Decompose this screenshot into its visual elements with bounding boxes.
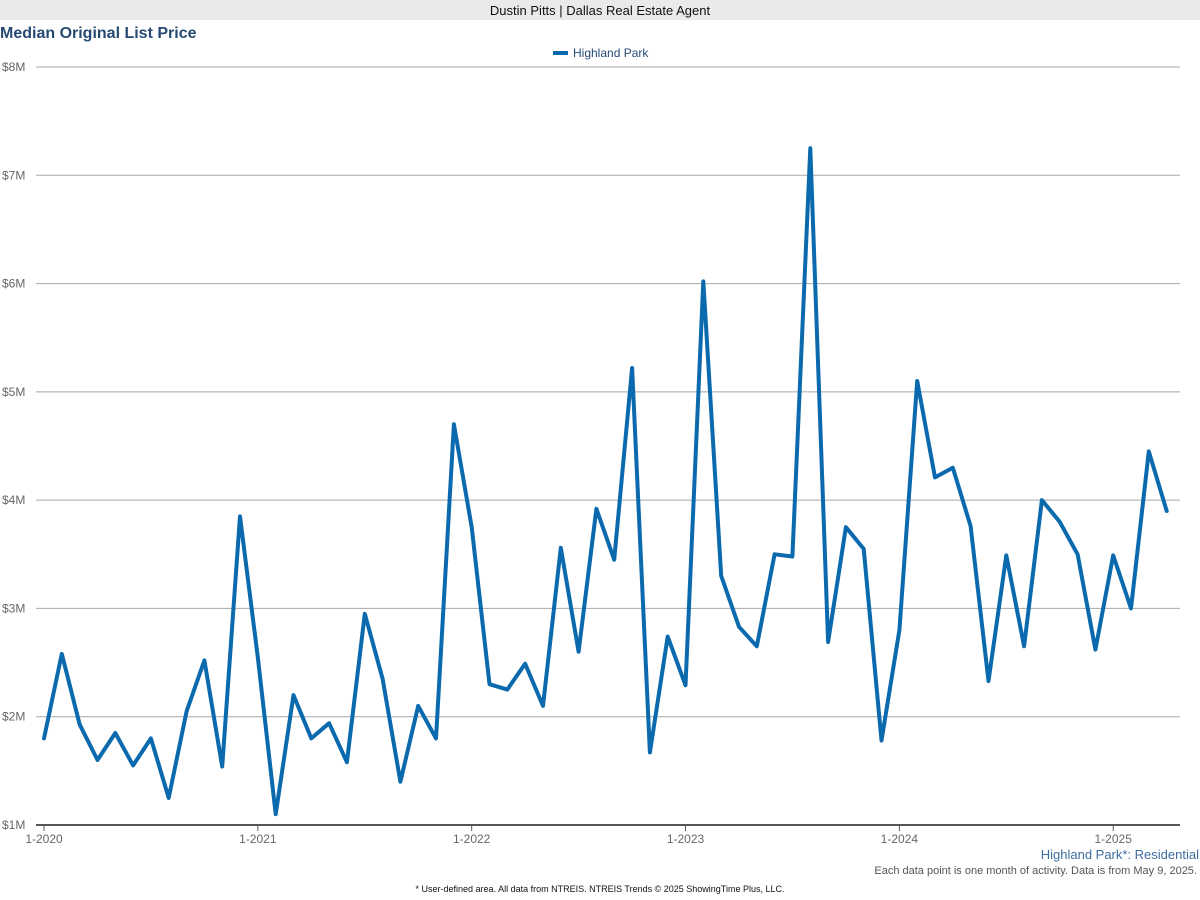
data-point (489, 683, 490, 685)
data-point (649, 751, 651, 753)
y-tick-label: $2M (2, 710, 25, 724)
y-tick-label: $5M (2, 385, 25, 399)
data-point (471, 526, 473, 528)
data-point (310, 737, 312, 739)
x-tick-label: 1-2020 (25, 832, 63, 846)
y-tick-label: $1M (2, 818, 25, 832)
data-point (114, 732, 116, 734)
data-point (382, 678, 384, 680)
data-point (667, 636, 669, 638)
data-point (221, 766, 223, 768)
x-tick-label: 1-2021 (239, 832, 277, 846)
data-point (506, 689, 508, 691)
data-point (863, 548, 865, 550)
data-point (257, 656, 259, 658)
y-tick-label: $4M (2, 493, 25, 507)
data-point (791, 555, 793, 557)
data-point (150, 737, 152, 739)
data-point (1041, 499, 1043, 501)
data-point (399, 781, 401, 783)
data-point (898, 629, 900, 631)
data-point (595, 508, 597, 510)
data-point (542, 705, 544, 707)
data-point (845, 526, 847, 528)
data-point (1130, 607, 1132, 609)
data-point (970, 525, 972, 527)
data-point (43, 737, 45, 739)
x-tick-label: 1-2023 (667, 832, 705, 846)
data-point (1148, 450, 1150, 452)
data-point (132, 764, 134, 766)
data-point (168, 797, 170, 799)
data-point (186, 710, 188, 712)
y-tick-label: $7M (2, 168, 25, 182)
data-point (524, 663, 526, 665)
data-note: Each data point is one month of activity… (874, 865, 1197, 877)
data-point (560, 547, 562, 549)
data-point (952, 467, 954, 469)
data-point (275, 813, 277, 815)
data-point (987, 680, 989, 682)
x-tick-label: 1-2024 (881, 832, 919, 846)
data-point (79, 723, 81, 725)
data-point (1166, 510, 1168, 512)
data-point (916, 380, 918, 382)
data-point (613, 559, 615, 561)
data-point (453, 423, 455, 425)
y-tick-label: $8M (2, 60, 25, 74)
data-point (934, 476, 936, 478)
data-point (203, 659, 205, 661)
y-tick-label: $6M (2, 277, 25, 291)
series-line (42, 146, 1169, 817)
data-point (774, 553, 776, 555)
data-point (1023, 645, 1025, 647)
data-point (631, 367, 633, 369)
data-point (685, 684, 687, 686)
data-point (96, 759, 98, 761)
data-point (1094, 649, 1096, 651)
data-point (364, 613, 366, 615)
data-point (827, 641, 829, 643)
data-point (809, 147, 811, 149)
data-point (1005, 554, 1007, 556)
data-point (61, 653, 63, 655)
area-label: Highland Park*: Residential (1040, 847, 1199, 862)
line-chart: $1M $2M $3M $4M $5M $6M $7M $8M 1-2020 1-2021 1-20… (2, 60, 1180, 846)
data-point (738, 626, 740, 628)
data-point (578, 651, 580, 653)
data-point (239, 515, 241, 517)
disclaimer: * User-defined area. All data from NTREI… (415, 884, 785, 894)
data-point (1077, 553, 1079, 555)
data-point (756, 645, 758, 647)
data-point (720, 575, 722, 577)
y-tick-label: $3M (2, 601, 25, 615)
data-point (702, 280, 704, 282)
data-point (1059, 521, 1061, 523)
data-point (881, 740, 883, 742)
data-point (328, 722, 330, 724)
x-tick-label: 1-2025 (1095, 832, 1133, 846)
data-point (346, 761, 348, 763)
data-point (1112, 554, 1114, 556)
data-point (435, 737, 437, 739)
data-point (417, 705, 419, 707)
x-tick-label: 1-2022 (453, 832, 491, 846)
data-point (292, 694, 294, 696)
